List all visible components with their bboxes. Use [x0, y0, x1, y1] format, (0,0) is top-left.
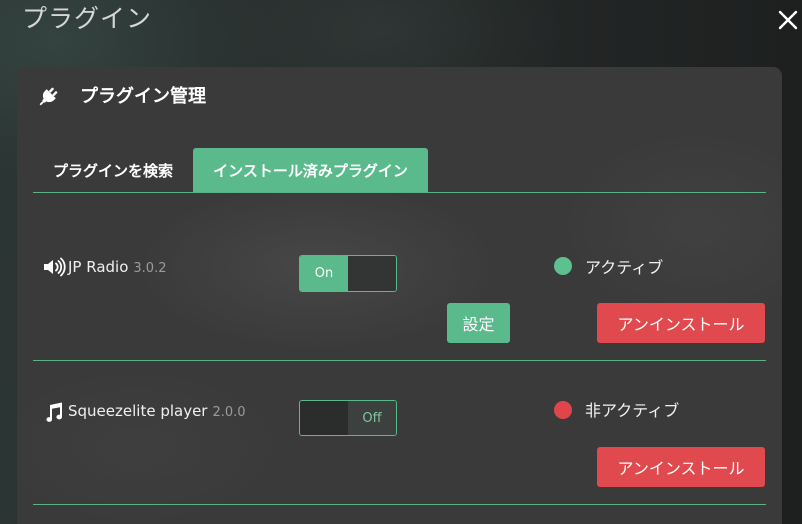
tab-search-plugins[interactable]: プラグインを検索	[33, 148, 193, 192]
row-divider	[33, 504, 766, 505]
close-icon	[778, 10, 798, 30]
music-note-icon	[44, 401, 64, 423]
tab-installed-plugins[interactable]: インストール済みプラグイン	[193, 148, 428, 192]
tab-underline	[33, 192, 766, 193]
plugin-version: 3.0.2	[133, 261, 167, 276]
status-dot	[554, 401, 572, 419]
plugin-toggle[interactable]: On	[299, 255, 397, 292]
close-button[interactable]	[778, 10, 798, 30]
toggle-on-label: On	[300, 256, 348, 291]
plugin-version: 2.0.0	[212, 405, 246, 420]
plugin-title: Squeezelite player 2.0.0	[68, 400, 246, 422]
speaker-icon	[42, 257, 66, 277]
plug-icon	[37, 86, 59, 108]
plugin-management-panel: プラグイン管理 プラグインを検索 インストール済みプラグイン JP Radio …	[17, 67, 782, 524]
toggle-knob	[348, 256, 396, 291]
status-dot	[554, 257, 572, 275]
settings-button[interactable]: 設定	[447, 303, 510, 343]
status-label: アクティブ	[585, 258, 664, 277]
panel-title: プラグイン管理	[80, 86, 206, 107]
uninstall-button[interactable]: アンインストール	[597, 447, 765, 487]
plugin-name: JP Radio	[68, 258, 129, 276]
toggle-off-label: Off	[348, 401, 396, 435]
row-divider	[33, 360, 766, 361]
status-label: 非アクティブ	[585, 401, 680, 420]
plugin-title: JP Radio 3.0.2	[68, 256, 166, 278]
toggle-knob	[300, 401, 348, 435]
page-title: プラグイン	[22, 4, 153, 33]
plugin-name: Squeezelite player	[68, 402, 208, 420]
plugin-toggle[interactable]: Off	[299, 400, 397, 436]
uninstall-button[interactable]: アンインストール	[597, 303, 765, 343]
